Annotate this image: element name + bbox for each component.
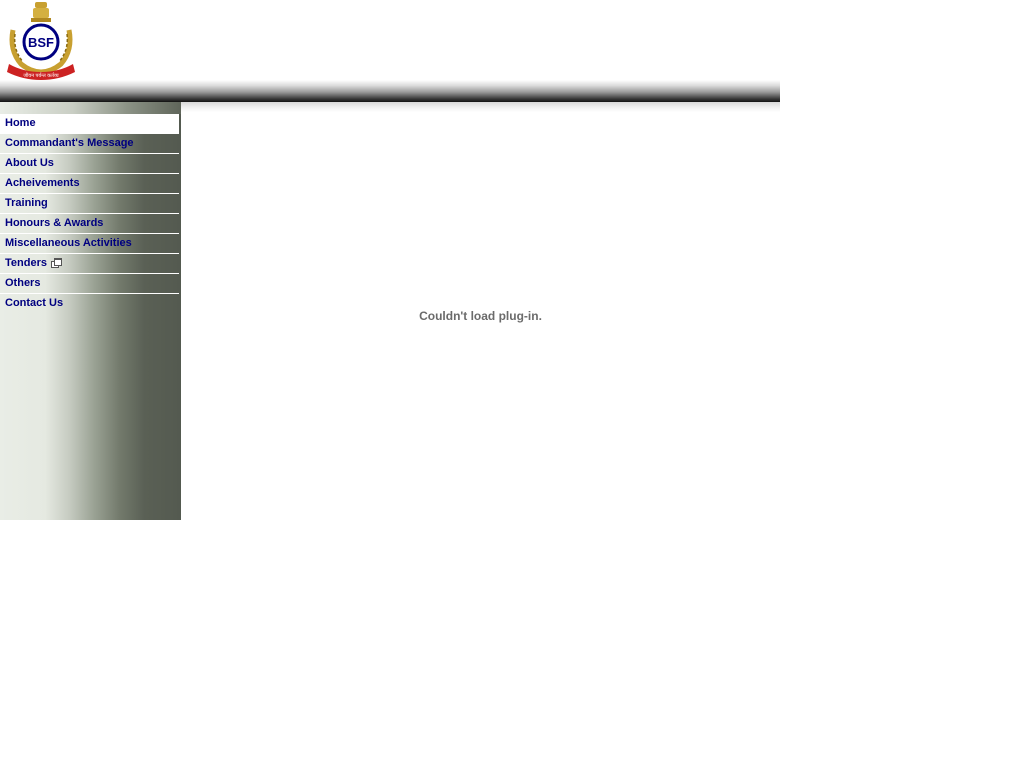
sidebar-item-label[interactable]: Training: [0, 194, 179, 213]
logo-motto: जीवन पर्यन्त कर्तव्य: [23, 72, 59, 79]
sidebar-item-tenders[interactable]: Tenders: [0, 254, 179, 274]
header-shadow: [181, 102, 780, 112]
sidebar-item-acheivements[interactable]: Acheivements: [0, 174, 179, 194]
sidebar-item-label[interactable]: Contact Us: [0, 294, 179, 313]
sidebar-item-contact-us[interactable]: Contact Us: [0, 294, 179, 313]
plugin-error-message: Couldn't load plug-in.: [419, 309, 542, 323]
sidebar-item-label[interactable]: Others: [0, 274, 179, 293]
sidebar-item-label[interactable]: About Us: [0, 154, 179, 173]
sidebar-item-label[interactable]: Acheivements: [0, 174, 179, 193]
sidebar-item-tenders-link[interactable]: Tenders: [0, 254, 179, 273]
bsf-emblem-icon: BSF जीवन पर्यन्त कर्तव्य: [7, 2, 75, 80]
sidebar-item-home[interactable]: Home: [0, 114, 179, 134]
sidebar-item-label[interactable]: Home: [0, 114, 179, 133]
header-bar: [0, 80, 780, 102]
sidebar-item-training[interactable]: Training: [0, 194, 179, 214]
sidebar-item-honours-awards[interactable]: Honours & Awards: [0, 214, 179, 234]
page: BSF जीवन पर्यन्त कर्तव्य Home Commandant…: [0, 0, 1024, 768]
sidebar-item-miscellaneous-activities[interactable]: Miscellaneous Activities: [0, 234, 179, 254]
sidebar-item-label[interactable]: Honours & Awards: [0, 214, 179, 233]
logo-text: BSF: [28, 35, 54, 50]
sidebar-menu: Home Commandant's Message About Us Achei…: [0, 114, 181, 313]
new-window-icon: [50, 258, 62, 268]
sidebar-item-label[interactable]: Miscellaneous Activities: [0, 234, 179, 253]
bsf-logo[interactable]: BSF जीवन पर्यन्त कर्तव्य: [3, 0, 79, 80]
sidebar-item-commandants-message[interactable]: Commandant's Message: [0, 134, 179, 154]
sidebar-item-label[interactable]: Commandant's Message: [0, 134, 179, 153]
sidebar-item-label: Tenders: [5, 257, 47, 269]
sidebar-top-band: [0, 102, 181, 114]
sidebar-item-about-us[interactable]: About Us: [0, 154, 179, 174]
sidebar-item-others[interactable]: Others: [0, 274, 179, 294]
